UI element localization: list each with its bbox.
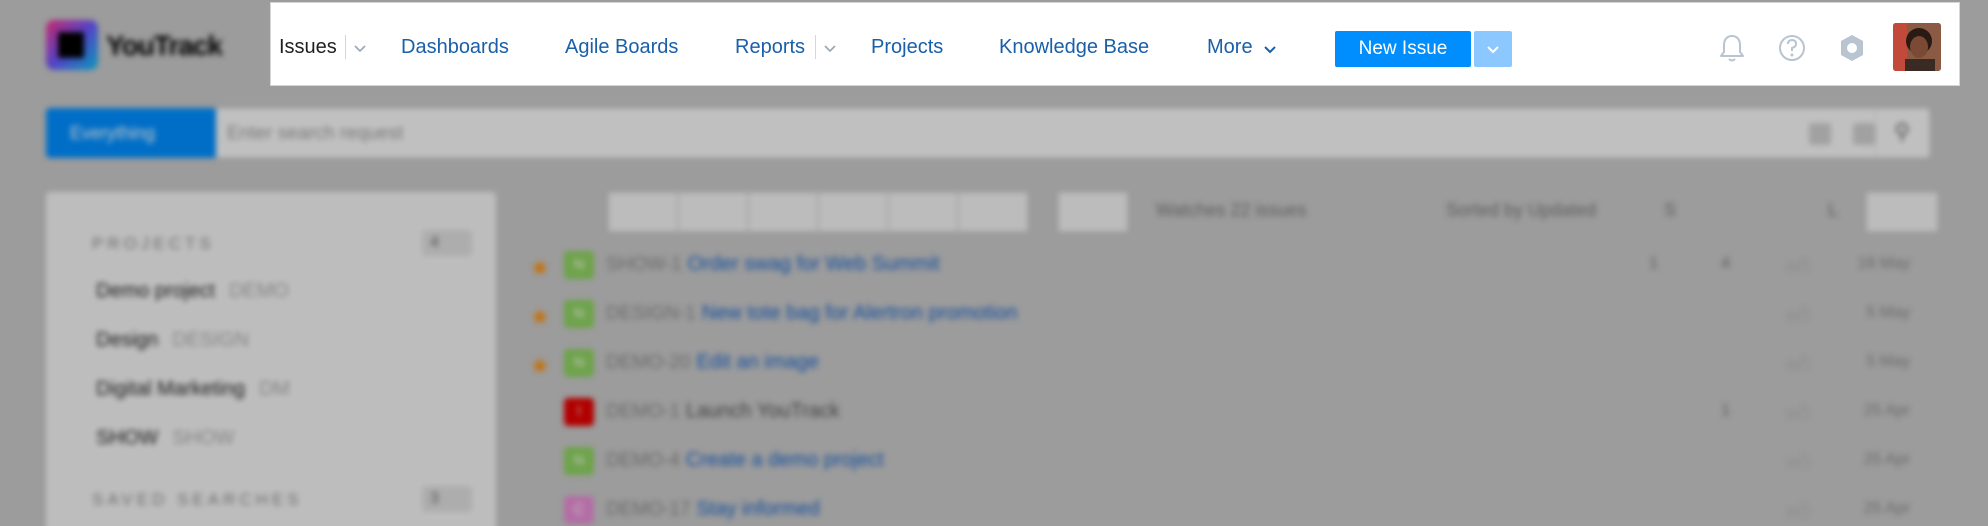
new-issue-dropdown[interactable] bbox=[1474, 31, 1512, 67]
help-icon[interactable] bbox=[1775, 31, 1809, 65]
chevron-down-icon[interactable] bbox=[1261, 40, 1279, 58]
nav-issues[interactable]: Issues bbox=[279, 3, 337, 87]
nav-reports[interactable]: Reports bbox=[735, 3, 805, 87]
new-issue-button[interactable]: New Issue bbox=[1335, 31, 1471, 67]
avatar[interactable] bbox=[1893, 23, 1941, 71]
top-navigation: Issues Dashboards Agile Boards Reports P… bbox=[270, 2, 1960, 86]
nav-separator bbox=[815, 35, 816, 59]
nav-agile-boards[interactable]: Agile Boards bbox=[565, 3, 678, 87]
chevron-down-icon[interactable] bbox=[821, 39, 839, 57]
chevron-down-icon[interactable] bbox=[351, 39, 369, 57]
nav-more[interactable]: More bbox=[1207, 3, 1253, 87]
settings-icon[interactable] bbox=[1835, 31, 1869, 65]
chevron-down-icon bbox=[1487, 46, 1499, 54]
nav-projects[interactable]: Projects bbox=[871, 3, 943, 87]
bell-icon[interactable] bbox=[1715, 31, 1749, 65]
nav-knowledge-base[interactable]: Knowledge Base bbox=[999, 3, 1149, 87]
nav-dashboards[interactable]: Dashboards bbox=[401, 3, 509, 87]
nav-separator bbox=[345, 35, 346, 59]
user-photo bbox=[1893, 23, 1941, 71]
